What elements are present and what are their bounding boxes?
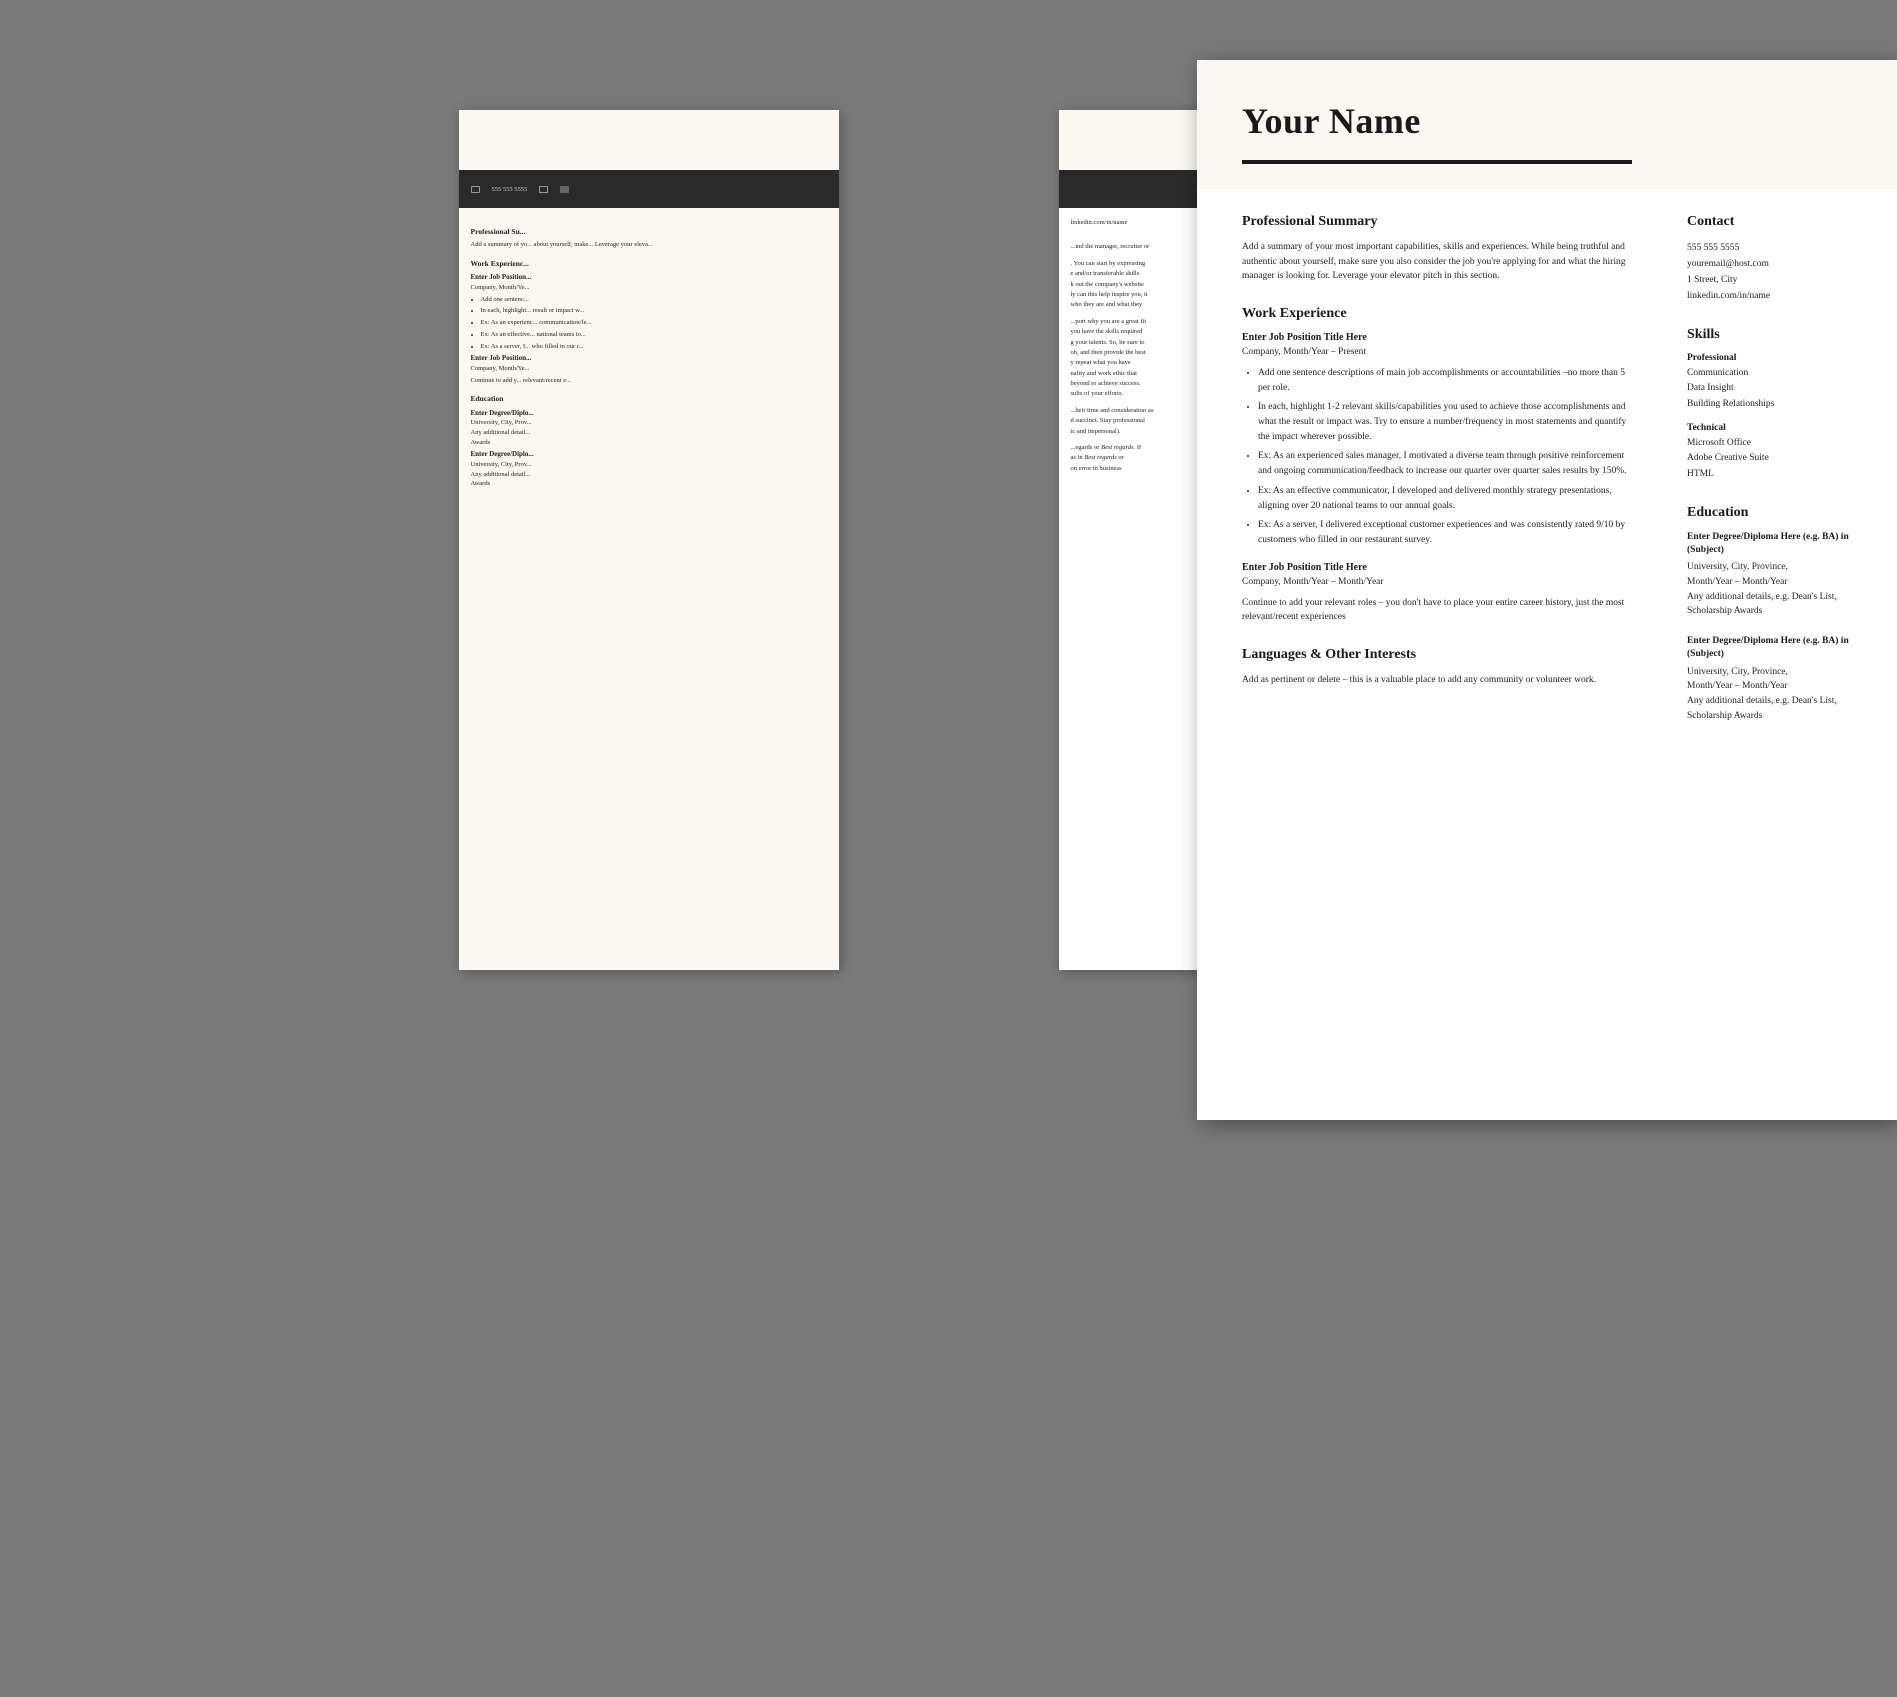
prof-summary-heading: Professional Summary	[1242, 214, 1627, 230]
job2-title: Enter Job Position Title Here	[1242, 562, 1627, 573]
job1-bullets: Add one sentence descriptions of main jo…	[1242, 366, 1627, 548]
skill-adobe: Adobe Creative Suite	[1687, 451, 1867, 467]
contact-heading: Contact	[1687, 214, 1867, 230]
edu2-details: University, City, Province,Month/Year – …	[1687, 665, 1867, 724]
back-left-edu1-details: University, City, Prov...Any additional …	[471, 418, 827, 447]
job2-company: Company, Month/Year – Month/Year	[1242, 575, 1627, 590]
contact-linkedin: linkedin.com/in/name	[1687, 288, 1867, 304]
resume-left-column: Professional Summary Add a summary of yo…	[1197, 189, 1662, 765]
edu1-degree: Enter Degree/Diploma Here (e.g. BA) in (…	[1687, 531, 1867, 558]
resume-right-column: Contact 555 555 5555 youremail@host.com …	[1662, 189, 1897, 765]
contact-info: 555 555 5555 youremail@host.com 1 Street…	[1687, 240, 1867, 305]
edu-entry-1: Enter Degree/Diploma Here (e.g. BA) in (…	[1687, 531, 1867, 619]
contact-email: youremail@host.com	[1687, 256, 1867, 272]
skills-cat-professional: Professional	[1687, 353, 1867, 363]
skill-building-relationships: Building Relationships	[1687, 397, 1867, 413]
back-left-work-exp-heading: Work Experienc...	[471, 258, 827, 269]
skills-heading: Skills	[1687, 327, 1867, 343]
edu1-details: University, City, Province,Month/Year – …	[1687, 560, 1867, 619]
job1-title: Enter Job Position Title Here	[1242, 332, 1627, 343]
job1-bullet-1: Add one sentence descriptions of main jo…	[1258, 366, 1627, 395]
back-left-edu2-details: University, City, Prov...Any additional …	[471, 460, 827, 489]
skill-microsoft-office: Microsoft Office	[1687, 436, 1867, 452]
contact-phone: 555 555 5555	[1687, 240, 1867, 256]
skills-technical-list: Microsoft Office Adobe Creative Suite HT…	[1687, 436, 1867, 483]
back-left-prof-summary-text: Add a summary of yo... about yourself, m…	[471, 240, 827, 250]
job1-bullet-3: Ex: As an experienced sales manager, I m…	[1258, 449, 1627, 478]
job1-company: Company, Month/Year – Present	[1242, 345, 1627, 360]
skill-communication: Communication	[1687, 366, 1867, 382]
email-icon	[539, 186, 548, 193]
back-left-document: 555 555 5555 Professional Su... Add a su…	[459, 110, 839, 970]
prof-summary-text: Add a summary of your most important cap…	[1242, 240, 1627, 284]
header-divider	[1242, 160, 1632, 164]
skill-html: HTML	[1687, 467, 1867, 483]
phone-icon	[471, 186, 480, 193]
job2-text: Continue to add your relevant roles – yo…	[1242, 596, 1627, 625]
back-left-job1-bullets: Add one sentenc... In each, highlight...…	[471, 295, 827, 352]
job1-bullet-4: Ex: As an effective communicator, I deve…	[1258, 484, 1627, 513]
back-left-job1-title: Enter Job Position...	[471, 272, 827, 283]
education-heading: Education	[1687, 505, 1867, 521]
resume-body: Professional Summary Add a summary of yo…	[1197, 189, 1897, 765]
back-left-job2-company: Company, Month/Ye...	[471, 364, 827, 374]
work-experience-heading: Work Experience	[1242, 306, 1627, 322]
languages-heading: Languages & Other Interests	[1242, 647, 1627, 663]
edu2-degree: Enter Degree/Diploma Here (e.g. BA) in (…	[1687, 635, 1867, 662]
main-resume-document: Your Name Professional Summary Add a sum…	[1197, 60, 1897, 1120]
back-left-education-heading: Education	[471, 393, 827, 404]
languages-text: Add as pertinent or delete – this is a v…	[1242, 673, 1627, 688]
back-left-edu2-degree: Enter Degree/Diplo...	[471, 449, 827, 460]
job1-bullet-5: Ex: As a server, I delivered exceptional…	[1258, 518, 1627, 547]
back-left-phone: 555 555 5555	[492, 186, 528, 193]
resume-header: Your Name	[1197, 60, 1897, 189]
back-left-header-cream	[459, 110, 839, 170]
skills-cat-technical: Technical	[1687, 423, 1867, 433]
back-left-prof-summary-heading: Professional Su...	[471, 226, 827, 237]
back-left-dark-bar: 555 555 5555	[459, 170, 839, 208]
back-left-job1-company: Company, Month/Ye...	[471, 283, 827, 293]
back-left-job2-title: Enter Job Position...	[471, 353, 827, 364]
job1-bullet-2: In each, highlight 1-2 relevant skills/c…	[1258, 400, 1627, 444]
resume-name: Your Name	[1242, 100, 1852, 142]
back-left-content: Professional Su... Add a summary of yo..…	[459, 208, 839, 501]
back-left-job2-text: Continue to add y... relevant/recent e..…	[471, 376, 827, 386]
linkedin-icon	[560, 186, 569, 193]
back-left-edu1-degree: Enter Degree/Diplo...	[471, 408, 827, 419]
edu-entry-2: Enter Degree/Diploma Here (e.g. BA) in (…	[1687, 635, 1867, 723]
skills-professional-list: Communication Data Insight Building Rela…	[1687, 366, 1867, 413]
skill-data-insight: Data Insight	[1687, 381, 1867, 397]
contact-address: 1 Street, City	[1687, 272, 1867, 288]
